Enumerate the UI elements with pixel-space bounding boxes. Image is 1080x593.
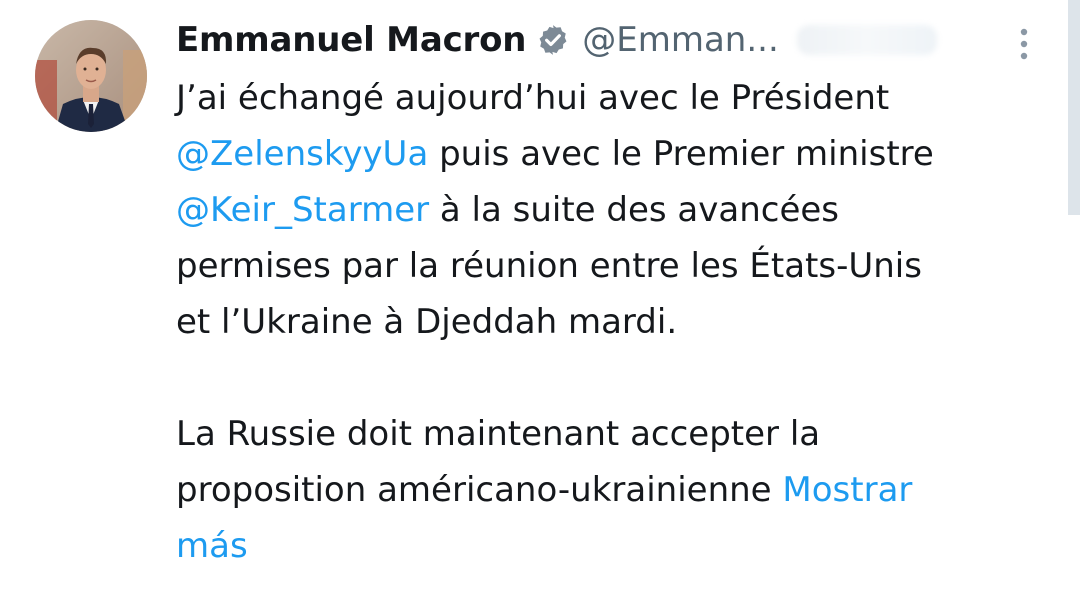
text-line: @ZelenskyyUa puis avec le Premier minist… (176, 126, 1046, 182)
tweet-text: J’ai échangé aujourd’hui avec le Préside… (176, 70, 1046, 574)
text-line: J’ai échangé aujourd’hui avec le Préside… (176, 78, 890, 118)
mention-link[interactable]: @ZelenskyyUa (176, 134, 428, 174)
show-more-link[interactable]: más (176, 518, 1046, 574)
mention-link[interactable]: @Keir_Starmer (176, 190, 429, 230)
verified-badge-icon (536, 23, 570, 57)
tweet: Emmanuel Macron @Emman... J’ai échangé a… (0, 0, 1080, 593)
more-vertical-icon[interactable] (1012, 24, 1036, 64)
text-line: permises par la réunion entre les États-… (176, 246, 922, 286)
text-segment: proposition américano-ukrainienne (176, 470, 783, 510)
text-line: proposition américano-ukrainienne Mostra… (176, 462, 1046, 518)
text-line: @Keir_Starmer à la suite des avancées (176, 182, 1046, 238)
author-handle[interactable]: @Emman... (582, 20, 779, 60)
redacted-timestamp (796, 25, 937, 55)
text-line: et l’Ukraine à Djeddah mardi. (176, 302, 678, 342)
text-line: La Russie doit maintenant accepter la (176, 414, 821, 454)
tweet-header: Emmanuel Macron @Emman... (176, 12, 937, 68)
text-segment: à la suite des avancées (429, 190, 840, 230)
scrollbar[interactable] (1068, 0, 1080, 215)
display-name[interactable]: Emmanuel Macron (176, 20, 526, 60)
show-more-link[interactable]: Mostrar (782, 470, 912, 510)
text-segment: puis avec le Premier ministre (428, 134, 934, 174)
avatar[interactable] (35, 20, 147, 132)
